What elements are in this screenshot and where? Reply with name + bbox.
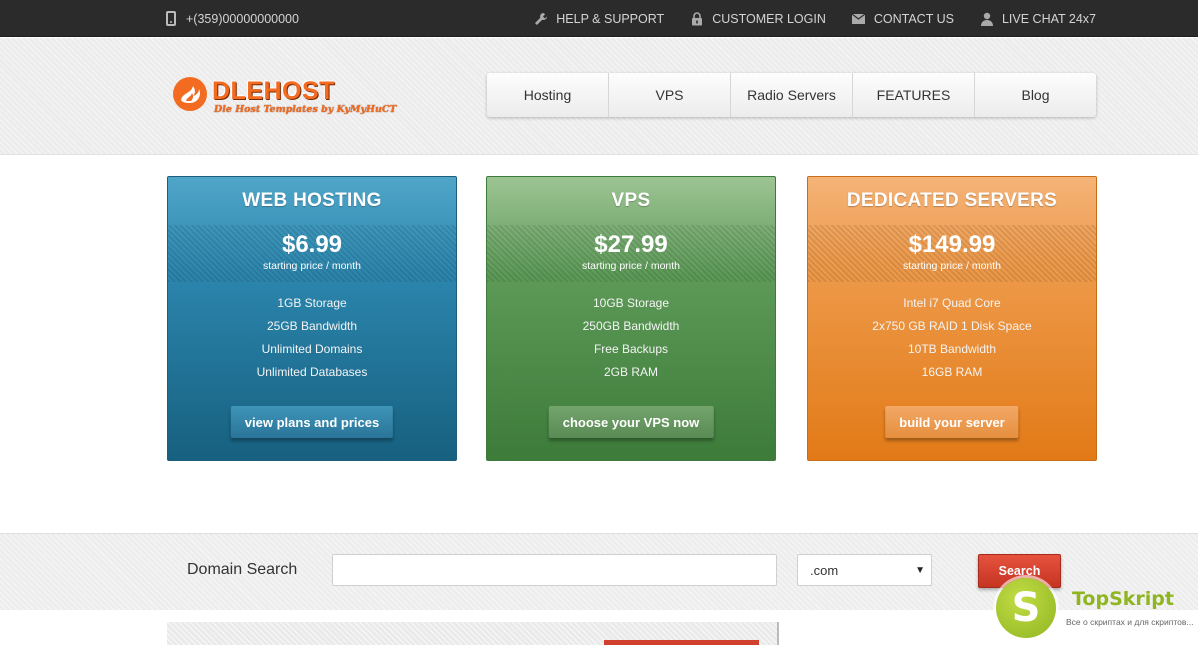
flame-logo-icon xyxy=(173,77,207,111)
logo-name: DLEHOST xyxy=(212,77,335,105)
watermark-subtitle: Все о скриптах и для скриптов... xyxy=(1066,617,1194,627)
plan-feature: 250GB Bandwidth xyxy=(582,319,680,333)
main-nav: Hosting VPS Radio Servers FEATURES Blog xyxy=(487,73,1096,117)
plan-feature: 10TB Bandwidth xyxy=(907,342,997,356)
plan-features: 10GB Storage 250GB Bandwidth Free Backup… xyxy=(487,282,775,384)
plan-feature: 2GB RAM xyxy=(603,365,658,379)
nav-item-hosting[interactable]: Hosting xyxy=(487,73,609,117)
plan-feature: 16GB RAM xyxy=(921,365,983,379)
live-chat-label: LIVE CHAT 24x7 xyxy=(1001,11,1096,26)
plan-price-box: $6.99 starting price / month xyxy=(168,225,456,282)
plan-title: VPS xyxy=(611,190,651,211)
plan-features: 1GB Storage 25GB Bandwidth Unlimited Dom… xyxy=(168,282,456,384)
user-icon xyxy=(980,12,994,26)
topskript-logo-icon: S xyxy=(996,578,1056,638)
choose-vps-button[interactable]: choose your VPS now xyxy=(548,406,714,438)
wrench-icon xyxy=(534,12,548,26)
plan-title: DEDICATED SERVERS xyxy=(846,190,1058,211)
plan-feature: Free Backups xyxy=(593,342,669,356)
plan-price-box: $27.99 starting price / month xyxy=(487,225,775,282)
help-support-label: HELP & SUPPORT xyxy=(556,11,665,26)
phone-number: +(359)00000000000 xyxy=(166,0,299,37)
plan-card-vps: VPS $27.99 starting price / month 10GB S… xyxy=(486,176,776,461)
watermark-name: TopSkript xyxy=(1072,588,1174,610)
help-support-link[interactable]: HELP & SUPPORT xyxy=(534,12,664,26)
dropdown-arrow-icon: ▼ xyxy=(915,565,925,576)
domain-search-label: Domain Search xyxy=(187,561,298,578)
customer-login-link[interactable]: CUSTOMER LOGIN xyxy=(690,12,826,26)
top-bar: +(359)00000000000 HELP & SUPPORT CUSTOME… xyxy=(0,0,1198,37)
contact-us-link[interactable]: CONTACT US xyxy=(852,12,954,26)
red-accent-bar xyxy=(604,640,759,645)
plan-card-web-hosting: WEB HOSTING $6.99 starting price / month… xyxy=(167,176,457,461)
envelope-icon xyxy=(852,12,866,26)
plan-feature: 10GB Storage xyxy=(592,296,670,310)
logo-tagline: Dle Host Templates by KyMyHuCT xyxy=(214,104,397,115)
nav-item-blog[interactable]: Blog xyxy=(975,73,1096,117)
plan-card-dedicated-servers: DEDICATED SERVERS $149.99 starting price… xyxy=(807,176,1097,461)
nav-item-radio-servers[interactable]: Radio Servers xyxy=(731,73,853,117)
live-chat-link[interactable]: LIVE CHAT 24x7 xyxy=(980,12,1096,26)
plan-feature: Unlimited Domains xyxy=(261,342,363,356)
mobile-phone-icon xyxy=(166,11,176,26)
site-logo[interactable]: DLEHOST Dle Host Templates by KyMyHuCT xyxy=(172,76,402,120)
customer-login-label: CUSTOMER LOGIN xyxy=(712,11,826,26)
plan-price-note: starting price / month xyxy=(902,260,1002,272)
build-server-button[interactable]: build your server xyxy=(885,406,1019,438)
site-header: DLEHOST Dle Host Templates by KyMyHuCT H… xyxy=(0,38,1198,155)
plan-price-box: $149.99 starting price / month xyxy=(808,225,1096,282)
lock-icon xyxy=(690,11,704,26)
plan-feature: Unlimited Databases xyxy=(256,365,368,379)
plan-feature: 1GB Storage xyxy=(277,296,347,310)
plan-price: $27.99 xyxy=(594,231,668,258)
plan-feature: 25GB Bandwidth xyxy=(266,319,358,333)
plan-feature: Intel i7 Quad Core xyxy=(903,296,1001,310)
plan-feature: 2x750 GB RAID 1 Disk Space xyxy=(872,319,1032,333)
plan-price-note: starting price / month xyxy=(262,260,362,272)
contact-us-label: CONTACT US xyxy=(873,11,954,26)
plan-price: $149.99 xyxy=(908,231,996,258)
tld-select[interactable]: .com ▼ xyxy=(797,554,932,586)
plan-price-note: starting price / month xyxy=(581,260,681,272)
top-links: HELP & SUPPORT CUSTOMER LOGIN CONTACT US… xyxy=(508,0,1096,37)
phone-text: +(359)00000000000 xyxy=(186,11,299,26)
plan-price: $6.99 xyxy=(281,231,343,258)
plan-title: WEB HOSTING xyxy=(242,190,382,211)
nav-item-features[interactable]: FEATURES xyxy=(853,73,975,117)
domain-search-input[interactable] xyxy=(332,554,777,586)
plan-features: Intel i7 Quad Core 2x750 GB RAID 1 Disk … xyxy=(808,282,1096,384)
tld-select-value: .com xyxy=(810,562,839,578)
nav-item-vps[interactable]: VPS xyxy=(609,73,731,117)
view-plans-button[interactable]: view plans and prices xyxy=(230,406,394,438)
